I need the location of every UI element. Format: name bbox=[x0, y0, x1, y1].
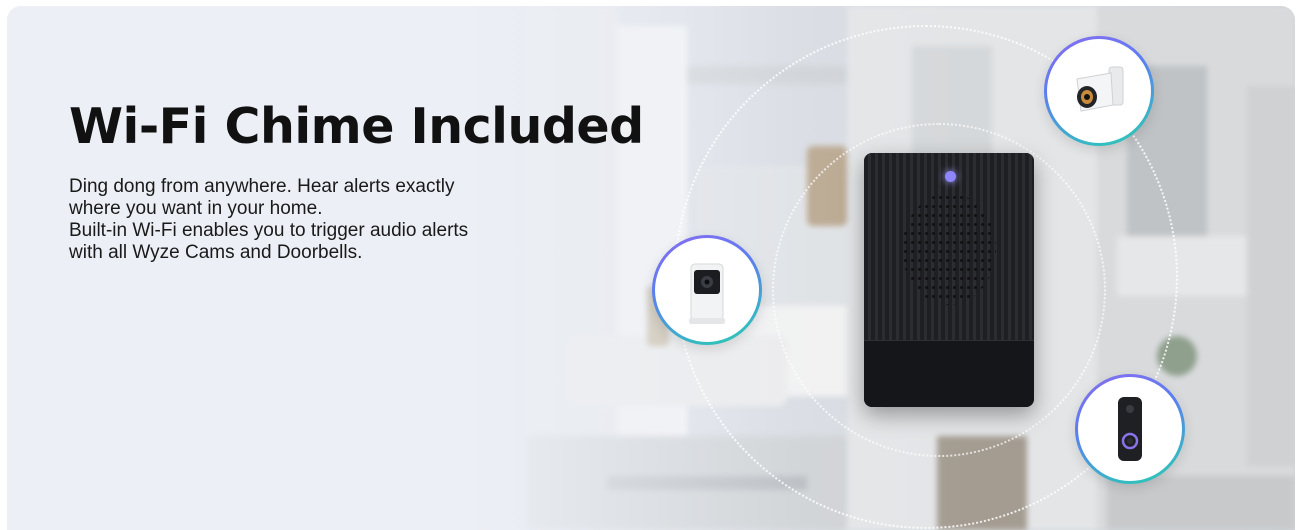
pan-camera-bubble bbox=[652, 235, 762, 345]
body-line: Built-in Wi-Fi enables you to trigger au… bbox=[69, 220, 469, 241]
chime-base bbox=[864, 340, 1034, 407]
floodlight-camera-icon bbox=[1076, 66, 1124, 112]
floodlight-camera-bubble bbox=[1044, 36, 1154, 146]
headline: Wi-Fi Chime Included bbox=[69, 98, 644, 155]
product-banner: Wi-Fi Chime Included Ding dong from anyw… bbox=[7, 6, 1295, 530]
video-doorbell-icon bbox=[1118, 397, 1142, 461]
body-line: with all Wyze Cams and Doorbells. bbox=[69, 242, 363, 263]
body-copy: Ding dong from anywhere. Hear alerts exa… bbox=[69, 176, 589, 264]
status-led bbox=[945, 171, 956, 182]
body-line: where you want in your home. bbox=[69, 198, 323, 219]
wifi-chime-device bbox=[864, 153, 1034, 407]
video-doorbell-bubble bbox=[1075, 374, 1185, 484]
pan-camera-icon bbox=[689, 263, 725, 324]
body-line: Ding dong from anywhere. Hear alerts exa… bbox=[69, 176, 455, 197]
speaker-holes bbox=[902, 193, 996, 305]
